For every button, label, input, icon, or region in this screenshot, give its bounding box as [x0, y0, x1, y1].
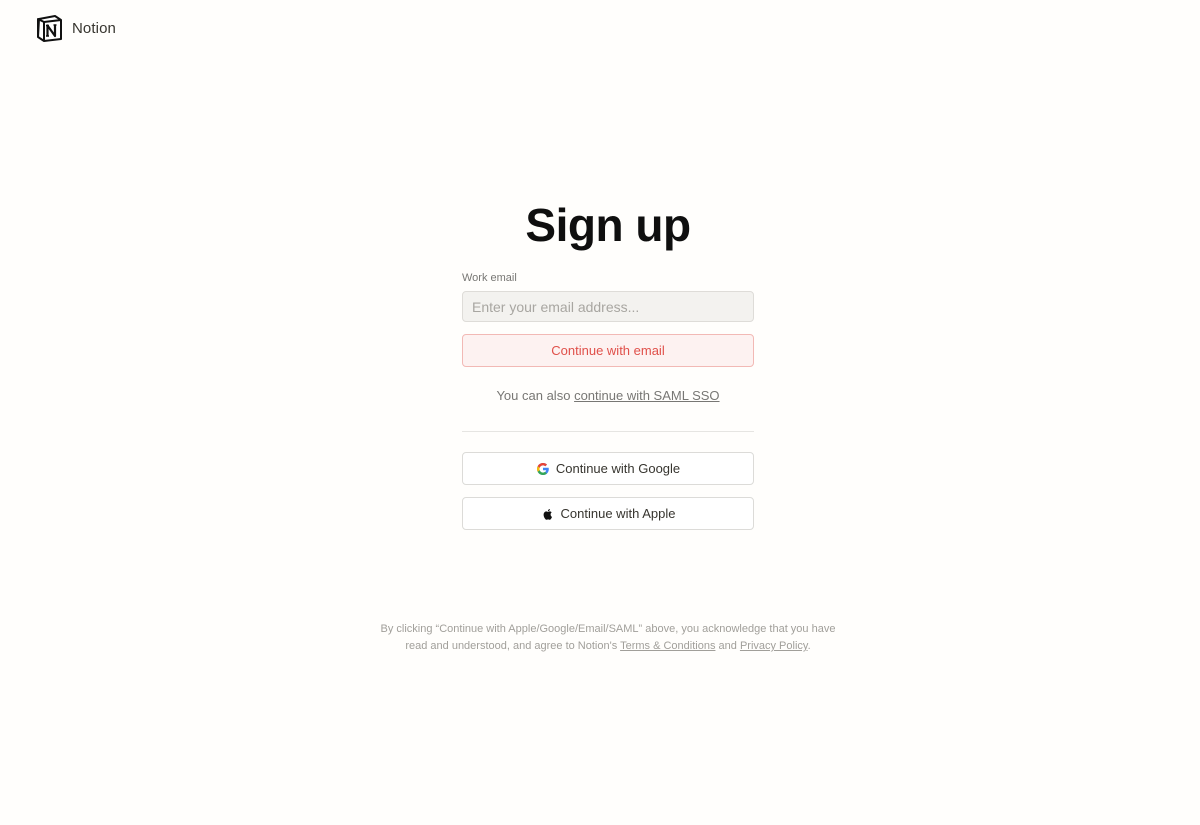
header: Notion	[36, 14, 116, 42]
signup-page: Notion Sign up Work email Continue with …	[0, 0, 1200, 825]
privacy-policy-link[interactable]: Privacy Policy	[740, 640, 808, 652]
continue-with-email-label: Continue with email	[551, 343, 665, 358]
notion-logo-icon[interactable]	[36, 14, 63, 42]
page-title: Sign up	[525, 199, 691, 251]
brand-name[interactable]: Notion	[72, 20, 116, 37]
google-icon	[536, 462, 550, 476]
continue-with-email-button[interactable]: Continue with email	[462, 334, 754, 367]
apple-icon	[541, 507, 555, 521]
continue-with-apple-button[interactable]: Continue with Apple	[462, 497, 754, 530]
terms-link[interactable]: Terms & Conditions	[620, 640, 715, 652]
continue-with-google-label: Continue with Google	[555, 461, 681, 476]
continue-with-google-button[interactable]: Continue with Google	[462, 452, 754, 485]
divider	[462, 431, 754, 432]
legal-and: and	[718, 640, 737, 652]
email-field[interactable]	[462, 291, 754, 322]
legal-notice: By clicking “Continue with Apple/Google/…	[376, 621, 840, 655]
sso-line: You can also continue with SAML SSO	[462, 388, 754, 403]
email-label: Work email	[462, 272, 517, 284]
sso-prefix: You can also	[496, 388, 571, 403]
legal-period: .	[807, 640, 811, 652]
saml-sso-link[interactable]: continue with SAML SSO	[574, 388, 719, 403]
continue-with-apple-label: Continue with Apple	[560, 506, 676, 521]
